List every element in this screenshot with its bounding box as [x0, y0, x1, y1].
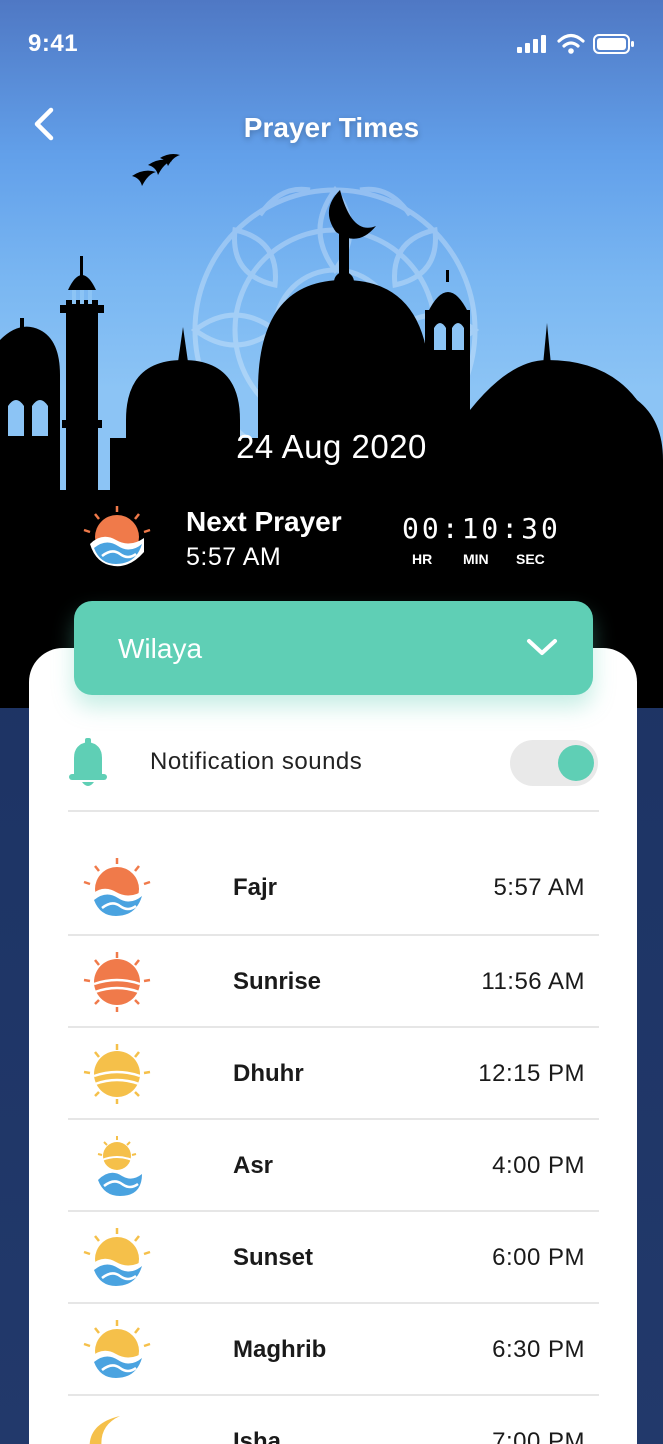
prayer-name: Asr: [233, 1152, 274, 1179]
next-prayer-label: Next Prayer: [186, 506, 342, 537]
battery-icon: [593, 34, 634, 54]
prayer-time: 6:30 PM: [492, 1336, 585, 1363]
countdown-digits: 00:10:30: [402, 512, 561, 545]
prayer-time: 11:56 AM: [481, 968, 585, 995]
small-sun-wave-icon: [97, 1136, 142, 1196]
page-title: Prayer Times: [243, 112, 420, 143]
wilaya-dropdown[interactable]: Wilaya: [74, 601, 593, 695]
prayer-row-maghrib[interactable]: Maghrib 6:30 PM: [68, 1304, 599, 1396]
prayer-row-sunset[interactable]: Sunset 6:00 PM: [68, 1212, 599, 1304]
sunset-wave-icon: [83, 1228, 151, 1289]
sun-horizon-icon: [83, 952, 151, 1012]
status-icons: [517, 33, 635, 55]
current-date: 24 Aug 2020: [236, 428, 427, 465]
sunrise-wave-icon: [83, 858, 151, 919]
prayer-time: 5:57 AM: [493, 874, 585, 901]
prayer-name: Dhuhr: [233, 1060, 304, 1087]
notification-sounds-label: Notification sounds: [150, 748, 363, 775]
chevron-down-icon: [527, 639, 557, 655]
wifi-icon: [557, 33, 585, 54]
signal-icon: [517, 35, 546, 53]
prayer-time: 4:00 PM: [492, 1152, 585, 1179]
notification-sounds-row: Notification sounds: [68, 728, 599, 812]
countdown-units: HR MIN SEC: [402, 551, 562, 569]
notification-sounds-toggle[interactable]: [510, 740, 598, 786]
prayer-name: Sunset: [233, 1244, 314, 1271]
prayer-time: 12:15 PM: [478, 1060, 585, 1087]
prayer-row-sunrise[interactable]: Sunrise 11:56 AM: [68, 936, 599, 1028]
prayer-name: Fajr: [233, 874, 278, 901]
prayer-row-dhuhr[interactable]: Dhuhr 12:15 PM: [68, 1028, 599, 1120]
sunrise-wave-icon: [83, 506, 151, 567]
prayer-row-fajr[interactable]: Fajr 5:57 AM: [68, 842, 599, 936]
status-time: 9:41: [28, 30, 79, 57]
moon-icon: [89, 1416, 120, 1444]
prayer-row-asr[interactable]: Asr 4:00 PM: [68, 1120, 599, 1212]
countdown-timer: 00:10:30 HR MIN SEC: [402, 512, 561, 567]
toggle-knob: [558, 745, 594, 781]
prayer-time: 6:00 PM: [492, 1244, 585, 1271]
sun-wave-icon: [83, 1320, 151, 1381]
sun-yellow-icon: [83, 1044, 151, 1104]
wilaya-dropdown-label: Wilaya: [118, 633, 203, 664]
next-prayer-time: 5:57 AM: [186, 543, 282, 571]
prayer-times-screen: 9:41 Prayer Times 24 Aug 2020 Next Praye…: [0, 0, 663, 1444]
countdown-unit-min: MIN: [463, 551, 489, 567]
prayer-name: Sunrise: [233, 968, 322, 995]
prayer-time: 7:00 PM: [492, 1428, 585, 1444]
countdown-unit-hr: HR: [412, 551, 433, 567]
countdown-unit-sec: SEC: [516, 551, 545, 567]
prayer-row-isha[interactable]: Isha 7:00 PM: [68, 1396, 599, 1444]
status-bar: 9:41: [0, 0, 663, 88]
prayer-name: Isha: [233, 1428, 282, 1444]
prayer-name: Maghrib: [233, 1336, 327, 1363]
bell-icon: [69, 738, 107, 786]
prayer-list: Fajr 5:57 AM Sunrise 11:56 AM Dhuhr 12:1…: [68, 842, 599, 1444]
